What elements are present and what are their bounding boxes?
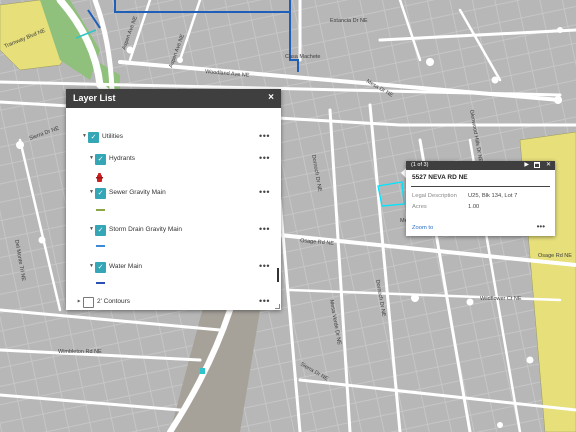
layer-options-button[interactable]: •••	[259, 131, 270, 141]
layer-label: 2' Contours	[97, 298, 131, 305]
layer-item-hydrants[interactable]: ▼ ✓ Hydrants •••	[66, 153, 281, 167]
next-feature-icon[interactable]: ▶	[524, 161, 529, 168]
layer-item-utilities[interactable]: ▼ ✓ Utilities •••	[66, 131, 281, 145]
road-label: Osage Rd NE	[538, 253, 572, 259]
close-icon[interactable]: ✕	[546, 161, 551, 168]
layer-options-button[interactable]: •••	[259, 224, 270, 234]
checkbox-icon[interactable]: ✓	[95, 262, 106, 273]
layer-item-sewer-gravity-main[interactable]: ▼ ✓ Sewer Gravity Main •••	[66, 187, 281, 201]
layer-label: Hydrants	[109, 155, 136, 162]
checkbox-icon[interactable]: ✓	[95, 154, 106, 165]
collapse-caret-icon[interactable]: ▼	[76, 299, 82, 304]
checkbox-icon[interactable]: ✓	[95, 188, 106, 199]
road-label: Wildflower Ct NE	[480, 296, 522, 302]
layer-options-button[interactable]: •••	[259, 261, 270, 271]
storm-drain-inlet	[200, 368, 205, 374]
expand-caret-icon[interactable]: ▼	[89, 189, 94, 195]
popup-title: 5527 NEVA RD NE	[412, 174, 468, 181]
road-label: Wimbleton Rd NE	[58, 349, 102, 355]
field-label: Legal Description	[412, 193, 457, 199]
storm-drain-legend-line	[96, 245, 105, 247]
scrollbar-thumb[interactable]	[277, 268, 279, 282]
layer-options-button[interactable]: •••	[259, 187, 270, 197]
water-main-legend-line	[96, 282, 105, 284]
expand-caret-icon[interactable]: ▼	[89, 263, 94, 269]
road-label: Estancia Dr NE	[330, 18, 368, 24]
expand-caret-icon[interactable]: ▼	[82, 133, 87, 139]
field-value: 1.00	[468, 204, 480, 210]
field-label: Acres	[412, 204, 427, 210]
expand-caret-icon[interactable]: ▼	[89, 226, 94, 232]
layer-item-water-main[interactable]: ▼ ✓ Water Main •••	[66, 261, 281, 275]
close-icon[interactable]: ×	[268, 92, 274, 103]
checkbox-icon[interactable]: ✓	[95, 225, 106, 236]
road-label: Casa Machete	[285, 54, 320, 60]
layer-label: Storm Drain Gravity Main	[109, 226, 182, 233]
hydrant-legend-icon	[96, 169, 103, 182]
layer-label: Utilities	[102, 133, 123, 140]
layer-label: Water Main	[109, 263, 142, 270]
expand-caret-icon[interactable]: ▼	[89, 155, 94, 161]
layer-label: Sewer Gravity Main	[109, 189, 166, 196]
layer-item-storm-drain-gravity-main[interactable]: ▼ ✓ Storm Drain Gravity Main •••	[66, 224, 281, 238]
layer-list-panel: Layer List × ▼ ✓ Utilities ••• ▼ ✓ Hydra…	[66, 89, 281, 310]
resize-handle-icon[interactable]	[275, 304, 280, 309]
layer-list-body: ▼ ✓ Utilities ••• ▼ ✓ Hydrants ••• ▼ ✓ S…	[66, 108, 281, 310]
layer-options-button[interactable]: •••	[259, 153, 270, 163]
popup-feature-count: (1 of 3)	[411, 162, 429, 168]
layer-list-title: Layer List	[73, 93, 116, 103]
popup-options-button[interactable]: •••	[537, 222, 545, 231]
zoom-to-link[interactable]: Zoom to	[412, 225, 433, 231]
feature-popup: (1 of 3) ▶ ✕ 5527 NEVA RD NE Legal Descr…	[406, 161, 555, 236]
checkbox-icon[interactable]	[83, 297, 94, 308]
layer-list-header: Layer List ×	[66, 89, 281, 108]
layer-options-button[interactable]: •••	[259, 296, 270, 306]
maximize-icon[interactable]	[534, 162, 540, 170]
checkbox-icon[interactable]: ✓	[88, 132, 99, 143]
layer-item-contours[interactable]: ▼ 2' Contours •••	[66, 296, 281, 310]
divider	[411, 186, 550, 187]
field-value: U25, Blk 134, Lot 7	[468, 193, 518, 199]
sewer-legend-line	[96, 209, 105, 211]
popup-header: (1 of 3) ▶ ✕	[406, 161, 555, 170]
